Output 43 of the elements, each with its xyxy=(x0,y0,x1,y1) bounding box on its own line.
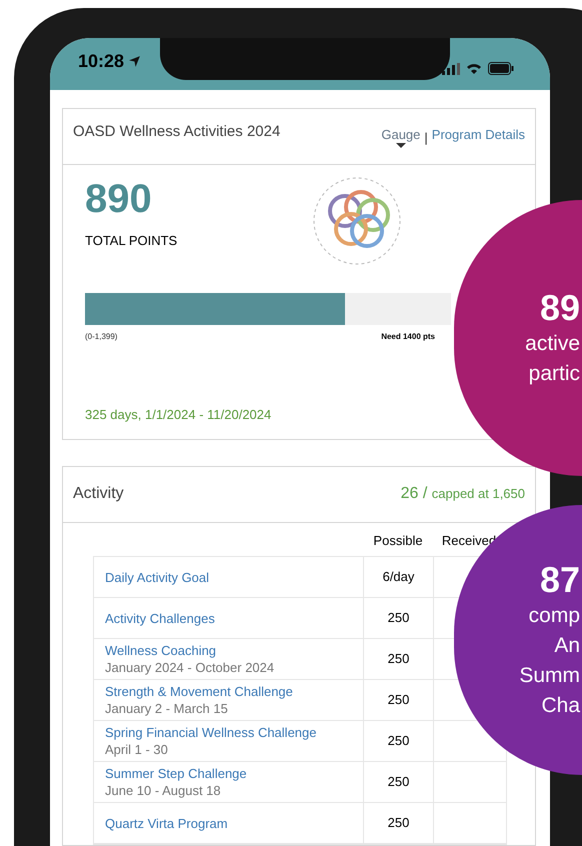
program-title: OASD Wellness Activities 2024 xyxy=(73,122,280,142)
possible-points: 250 xyxy=(388,732,410,750)
callout-number: 87 xyxy=(540,559,580,601)
column-header: Possible xyxy=(372,532,424,550)
total-points-label: TOTAL POINTS xyxy=(85,232,178,250)
activity-link[interactable]: Strength & Movement Challenge xyxy=(105,683,363,700)
total-points-value: 890 xyxy=(85,176,153,223)
callout-text: Summ xyxy=(519,663,580,689)
activity-link[interactable]: Daily Activity Goal xyxy=(105,568,363,586)
activity-link[interactable]: Spring Financial Wellness Challenge xyxy=(105,724,363,741)
view-tab[interactable]: Gauge xyxy=(381,127,420,148)
possible-points: 250 xyxy=(388,609,410,628)
callout-text: comp xyxy=(528,603,580,629)
location-arrow-icon xyxy=(128,55,142,68)
activity-points: 26 / capped at 1,650 xyxy=(400,484,525,504)
possible-points: 250 xyxy=(388,773,410,792)
view-tab[interactable]: Program Details xyxy=(432,127,525,148)
callout-text: partic xyxy=(528,361,580,387)
possible-points: 250 xyxy=(388,691,410,710)
battery-icon xyxy=(488,62,514,75)
callout-text: Cha xyxy=(541,693,580,719)
callout-number: 89 xyxy=(540,287,580,329)
activity-dates: June 10 - August 18 xyxy=(105,782,222,799)
signal-icon xyxy=(442,62,460,74)
callout-text: An xyxy=(554,633,580,659)
program-period: 325 days, 1/1/2024 - 11/20/2024 xyxy=(85,406,272,424)
progress-goal: Need 1400 pts xyxy=(381,331,435,343)
possible-points: 250 xyxy=(388,814,410,832)
progress-range: (0-1,399) xyxy=(85,331,118,343)
tab-separator: | xyxy=(424,128,428,147)
activity-link[interactable]: Summer Step Challenge xyxy=(105,765,363,782)
activity-dates: January 2024 - October 2024 xyxy=(105,659,276,676)
possible-points: 6/day xyxy=(382,568,414,586)
activity-link[interactable]: Quartz Virta Program xyxy=(105,814,363,832)
possible-points: 250 xyxy=(388,650,410,668)
activity-title: Activity xyxy=(73,484,124,504)
wifi-icon xyxy=(466,62,482,74)
activity-link[interactable]: Activity Challenges xyxy=(105,610,363,626)
activity-link[interactable]: Wellness Coaching xyxy=(105,642,363,659)
activity-dates: January 2 - March 15 xyxy=(105,700,229,717)
activity-dates: April 1 - 30 xyxy=(105,741,169,758)
status-time: 10:28 xyxy=(78,50,124,73)
callout-text: active xyxy=(525,331,580,357)
